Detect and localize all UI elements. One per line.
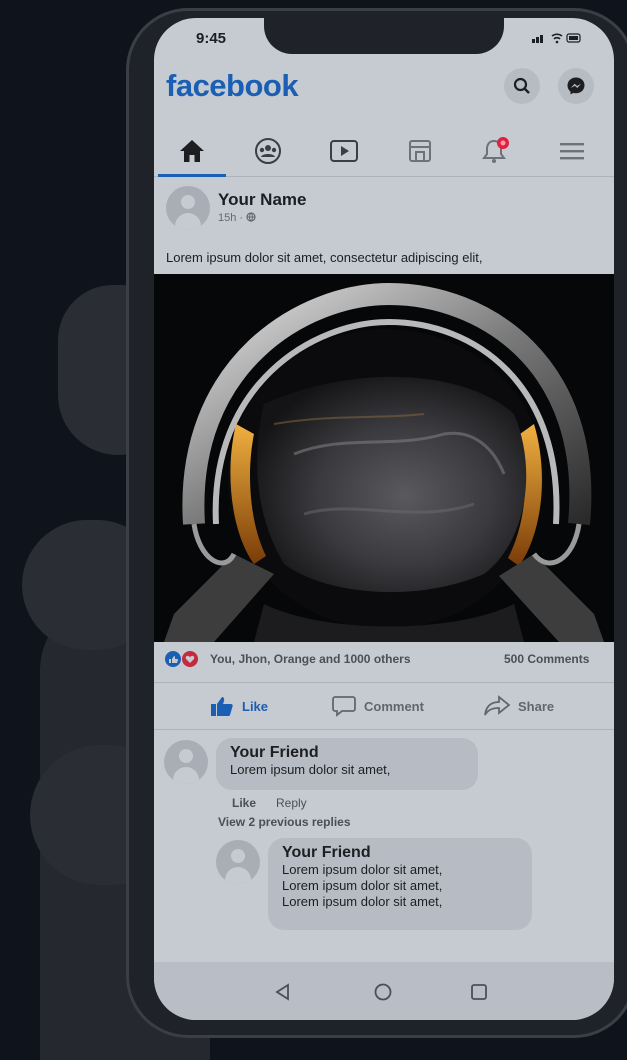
facebook-logo[interactable]: facebook xyxy=(166,68,299,104)
comment-text: Lorem ipsum dolor sit amet, xyxy=(230,762,391,777)
messenger-icon xyxy=(567,77,585,95)
home-icon xyxy=(180,140,204,162)
share-icon xyxy=(484,695,510,716)
like-love-reaction-icons xyxy=(165,651,198,667)
watch-icon xyxy=(330,140,358,162)
status-icons xyxy=(532,32,582,47)
recents-button[interactable] xyxy=(464,977,494,1007)
tab-menu[interactable] xyxy=(534,126,610,176)
comment-like-link[interactable]: Like xyxy=(232,796,256,810)
marketplace-icon xyxy=(409,140,431,162)
bell-icon xyxy=(482,137,509,163)
post-meta: 15h · xyxy=(218,212,256,224)
post-image[interactable] xyxy=(154,274,614,642)
comment-bubble[interactable]: Your Friend Lorem ipsum dolor sit amet, xyxy=(216,738,478,790)
reactions-text: You, Jhon, Orange and 1000 others xyxy=(210,652,411,666)
comment-reply-link[interactable]: Reply xyxy=(276,796,307,810)
globe-icon xyxy=(246,212,256,222)
share-button[interactable]: Share xyxy=(484,683,554,729)
author-avatar[interactable] xyxy=(166,186,210,230)
view-previous-replies[interactable]: View 2 previous replies xyxy=(218,815,351,829)
comment-author[interactable]: Your Friend xyxy=(230,744,464,762)
menu-icon xyxy=(560,143,584,160)
groups-icon xyxy=(255,138,281,164)
tab-groups[interactable] xyxy=(230,126,306,176)
comment-label: Comment xyxy=(364,698,424,714)
share-label: Share xyxy=(518,698,555,714)
reactions-summary[interactable]: You, Jhon, Orange and 1000 others 500 Co… xyxy=(164,650,614,674)
commenter-avatar[interactable] xyxy=(164,740,208,784)
search-button[interactable] xyxy=(504,68,540,104)
tab-notifications[interactable] xyxy=(458,126,534,176)
comment-icon xyxy=(332,696,356,717)
reply-text-line: Lorem ipsum dolor sit amet, xyxy=(282,878,443,893)
reply-bubble[interactable]: Your Friend Lorem ipsum dolor sit amet, … xyxy=(268,838,532,930)
recents-square-icon xyxy=(471,984,487,1000)
reply-text-line: Lorem ipsum dolor sit amet, xyxy=(282,862,443,877)
like-label: Like xyxy=(242,698,269,714)
astronaut-helmet-image xyxy=(154,274,614,642)
system-nav-bar xyxy=(154,962,614,1020)
post-text: Lorem ipsum dolor sit amet, consectetur … xyxy=(166,250,483,265)
notch xyxy=(264,18,504,54)
status-time: 9:45 xyxy=(196,30,227,47)
back-triangle-icon xyxy=(275,983,289,1001)
reply-author[interactable]: Your Friend xyxy=(282,844,518,862)
tab-watch[interactable] xyxy=(306,126,382,176)
comment-button[interactable]: Comment xyxy=(332,683,424,729)
comments-count[interactable]: 500 Comments xyxy=(504,652,589,666)
home-nav-button[interactable] xyxy=(368,977,398,1007)
phone-screen: 9:45 facebook Your Name 15h · Lorem ipsu… xyxy=(154,18,614,1020)
main-nav xyxy=(154,126,614,177)
back-button[interactable] xyxy=(268,977,298,1007)
reply-avatar[interactable] xyxy=(216,840,260,884)
reply-text-line: Lorem ipsum dolor sit amet, xyxy=(282,894,443,909)
signal-wifi-battery-icon xyxy=(532,33,581,44)
post-time: 15h · xyxy=(218,212,247,224)
messenger-button[interactable] xyxy=(558,68,594,104)
like-button[interactable]: Like xyxy=(210,683,268,729)
search-icon xyxy=(513,77,530,94)
tab-home[interactable] xyxy=(154,126,230,177)
tab-marketplace[interactable] xyxy=(382,126,458,176)
post-author[interactable]: Your Name xyxy=(218,190,307,210)
post-actions: Like Comment Share xyxy=(154,682,614,730)
thumbs-up-icon xyxy=(211,697,233,716)
home-circle-icon xyxy=(374,983,392,1001)
